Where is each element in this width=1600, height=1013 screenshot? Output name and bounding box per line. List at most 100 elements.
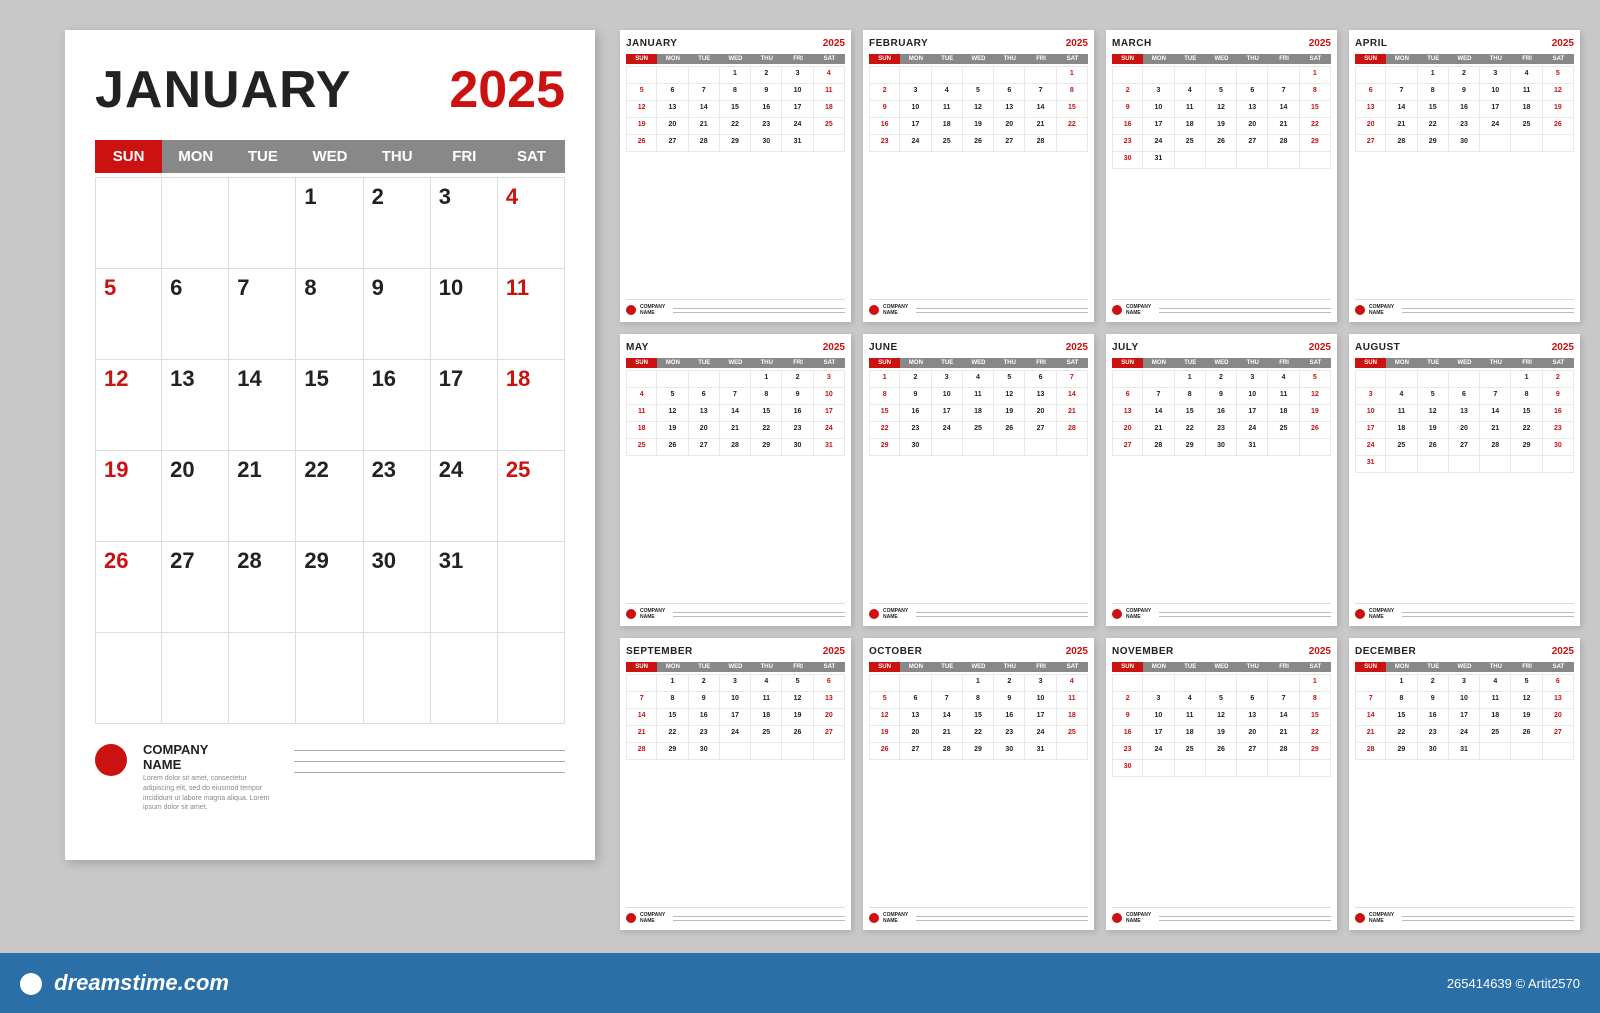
small-day-cell: 10 [1237,388,1268,404]
main-day-cell: 12 [95,360,162,450]
small-day-cell: 12 [1300,388,1331,404]
small-day-cell: 17 [1143,726,1174,742]
small-day-cell: 29 [720,135,751,151]
main-day-cell: 6 [162,269,229,359]
footer-line-3 [294,772,565,773]
small-dow-cell: MON [1386,662,1417,672]
small-day-cell: 11 [1511,84,1542,100]
small-day-cell: 5 [1300,371,1331,387]
small-footer: COMPANYNAME [626,907,845,924]
small-day-cell [720,371,751,387]
small-week-row: 30 [1112,759,1331,777]
small-footer-line [916,612,1088,613]
small-day-cell: 5 [994,371,1025,387]
small-dow-cell: SAT [814,662,845,672]
small-footer-lines [1155,308,1331,313]
small-day-cell: 29 [963,743,994,759]
main-day-cell [162,633,229,723]
small-day-cell: 10 [1143,101,1174,117]
small-week-row: 19202122232425 [869,725,1088,742]
small-calendar-july: JULY2025SUNMONTUEWEDTHUFRISAT12345678910… [1106,334,1337,626]
small-footer-line [673,312,845,313]
small-day-cell: 4 [1511,67,1542,83]
small-company-text: COMPANYNAME [1369,304,1394,316]
small-day-cell: 17 [1143,118,1174,134]
small-month-name: NOVEMBER [1112,646,1174,657]
small-company-text: COMPANYNAME [640,912,665,924]
small-day-cell: 12 [1418,405,1449,421]
small-day-cell: 4 [751,675,782,691]
main-day-cell: 1 [296,178,363,268]
small-day-cell: 12 [1543,84,1574,100]
small-dow-cell: WED [1449,358,1480,368]
main-day-cell [498,633,565,723]
main-day-cell [364,633,431,723]
small-week-row: 262728293031 [626,134,845,152]
small-day-cell: 13 [814,692,845,708]
small-dow-row: SUNMONTUEWEDTHUFRISAT [1355,54,1574,64]
small-day-cell: 10 [1480,84,1511,100]
small-day-cell: 31 [782,135,813,151]
small-day-cell: 25 [1268,422,1299,438]
small-day-cell: 25 [932,135,963,151]
small-day-cell: 19 [1206,118,1237,134]
main-day-cell: 17 [431,360,498,450]
small-day-cell: 12 [869,709,900,725]
small-footer: COMPANYNAME [1112,299,1331,316]
small-day-cell [1480,371,1511,387]
small-day-cell [1418,371,1449,387]
small-year: 2025 [1552,342,1574,353]
small-day-cell: 14 [1143,405,1174,421]
small-year: 2025 [1066,646,1088,657]
small-day-cell: 20 [1237,118,1268,134]
small-dow-cell: THU [1480,54,1511,64]
small-dow-cell: TUE [1175,662,1206,672]
small-calendar-november: NOVEMBER2025SUNMONTUEWEDTHUFRISAT1234567… [1106,638,1337,930]
small-week-row: 232425262728 [869,134,1088,152]
small-day-cell [994,67,1025,83]
small-dow-row: SUNMONTUEWEDTHUFRISAT [626,662,845,672]
footer-line-2 [294,761,565,762]
small-day-cell: 30 [1543,439,1574,455]
small-company-logo [1112,913,1122,923]
small-day-cell: 15 [1386,709,1417,725]
small-day-cell [1237,67,1268,83]
small-week-row: 6789101112 [1355,83,1574,100]
small-cal-header: SEPTEMBER2025 [626,646,845,657]
small-day-cell: 22 [720,118,751,134]
small-day-cell: 10 [1449,692,1480,708]
main-day-cell: 26 [95,542,162,632]
main-week-row: 12131415161718 [95,359,565,450]
small-day-cell [900,67,931,83]
small-day-cell [1543,135,1574,151]
small-day-cell: 20 [900,726,931,742]
small-company-logo [869,609,879,619]
small-day-cell: 14 [1057,388,1088,404]
small-day-cell: 2 [1543,371,1574,387]
small-day-cell: 7 [1268,692,1299,708]
small-day-cell: 24 [814,422,845,438]
small-footer-lines [1398,308,1574,313]
small-footer-lines [912,612,1088,617]
small-day-cell: 24 [1449,726,1480,742]
main-day-cell: 16 [364,360,431,450]
main-day-cell: 14 [229,360,296,450]
small-month-name: MARCH [1112,38,1152,49]
small-day-cell: 6 [1112,388,1143,404]
dreamstime-info: 265414639 © Artit2570 [1447,976,1580,991]
small-day-cell: 5 [782,675,813,691]
small-dow-cell: WED [1206,358,1237,368]
small-dow-cell: SAT [1300,358,1331,368]
small-day-cell: 23 [1112,743,1143,759]
small-day-cell: 14 [1025,101,1056,117]
small-day-cell [900,675,931,691]
small-day-cell: 16 [751,101,782,117]
small-month-name: APRIL [1355,38,1388,49]
small-day-cell: 16 [1112,118,1143,134]
small-week-row: 20212223242526 [1112,421,1331,438]
small-footer: COMPANYNAME [1112,907,1331,924]
small-day-cell: 23 [1543,422,1574,438]
small-year: 2025 [823,38,845,49]
small-day-cell: 23 [1112,135,1143,151]
small-day-cell: 26 [1511,726,1542,742]
